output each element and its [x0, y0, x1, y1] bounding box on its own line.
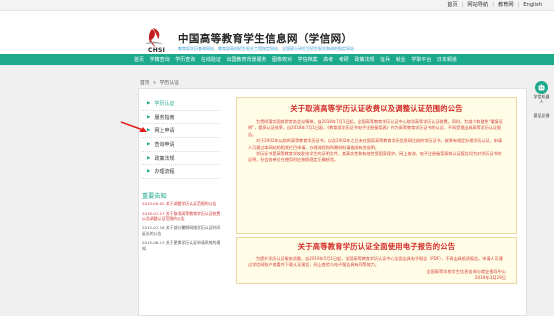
- breadcrumb-home[interactable]: 首页: [140, 81, 150, 86]
- notice-list: 2019-09-02 关于调整学历认证范围的公告 2018-07-27 关于取消…: [142, 201, 224, 255]
- announcement-paragraph: 为贯彻落实国务院常务会议精神，自2018年7月1日起，全国高等教育学历认证中心取…: [248, 119, 503, 137]
- top-link-sitemap[interactable]: 网站导航: [463, 1, 492, 9]
- side-item-label: 学历认证: [154, 100, 175, 107]
- side-item-query[interactable]: ▶ 查询申请: [142, 138, 220, 152]
- notice-item[interactable]: 2018-07-27 关于取消高等教育学历认证收费以及调整认证范围的公告: [142, 211, 224, 222]
- breadcrumb-sep: »: [153, 81, 157, 86]
- feedback-button[interactable]: 意见反馈: [533, 113, 550, 118]
- nav-item-home[interactable]: 首页: [134, 56, 144, 63]
- announcement-box-ereport: 关于高等教育学历认证全面使用电子报告的公告 为提升学历认证服务质量，自2019年…: [236, 237, 517, 284]
- nav-item-career[interactable]: 学职平台: [411, 56, 431, 63]
- announcement-paragraph: 为提升学历认证服务质量，自2019年5月1日起，全国高等教育学历认证中心全面出具…: [248, 256, 503, 268]
- breadcrumb-current[interactable]: 学历认证: [160, 81, 179, 86]
- side-item-guide[interactable]: ▶ 服务指南: [142, 111, 220, 125]
- logo-text: CHSI: [148, 47, 166, 54]
- nav-item-image[interactable]: 图像校对: [272, 56, 292, 63]
- arrow-right-icon: ▶: [147, 155, 151, 161]
- float-toolbar: 学信机器人 意见反馈: [533, 81, 550, 118]
- nav-item-verify[interactable]: 在线验证: [201, 56, 221, 63]
- arrow-right-icon: ▶: [147, 100, 151, 106]
- side-item-label: 网上申请: [154, 128, 175, 135]
- top-bar: 首页 | 网站导航 | 教育网 | English: [0, 0, 554, 11]
- side-item-cert[interactable]: ▶ 学历认证: [142, 97, 220, 111]
- nav-item-policy[interactable]: 政策法规: [354, 56, 374, 63]
- robot-label: 学信机器人: [533, 94, 550, 104]
- side-item-policy[interactable]: ▶ 政策法规: [142, 152, 220, 166]
- announcement-paragraph: 学历证书是高等教育学校发给学生的证明文件，其真实性和有效性受国家保护。网上查询、…: [248, 151, 502, 163]
- red-arrow-pointer-icon: [120, 121, 147, 132]
- nav-item-japan[interactable]: 日本频道: [437, 56, 457, 63]
- robot-icon: [535, 81, 548, 94]
- side-item-process[interactable]: ▶ 办理流程: [142, 165, 220, 180]
- notice-item[interactable]: 2015-08-13 关于更换学历认证申请系统的通知: [142, 240, 224, 251]
- side-item-label: 服务指南: [154, 114, 175, 121]
- side-item-label: 政策法规: [154, 155, 175, 162]
- announcement-paragraph: 对于2002年以前的高等教育学历证书，以及2002年之后未在国家高等教育学历信息…: [248, 138, 502, 150]
- nav-item-kaoyan[interactable]: 考研: [339, 56, 349, 63]
- arrow-right-icon: ▶: [147, 141, 151, 147]
- nav-item-gaokao[interactable]: 高考: [323, 56, 333, 63]
- site-header: CHSI 中国高等教育学生信息网（学信网） 教育部学历查询网站、教育部高校招生阳…: [0, 11, 554, 54]
- side-item-label: 查询申请: [154, 141, 175, 148]
- nav-item-degree[interactable]: 学历查询: [175, 56, 195, 63]
- nav-item-army[interactable]: 征兵: [380, 56, 390, 63]
- site-slogan: 教育部学历查询网站、教育部高校招生阳光工程指定网站、全国硕士研究生招生报名和调剂…: [178, 46, 354, 51]
- side-menu: ▶ 学历认证 ▶ 服务指南 ▶ 网上申请 ▶ 查询申请 ▶ 政策法规 ▶ 办理流程: [142, 97, 220, 180]
- arrow-right-icon: ▶: [147, 169, 151, 175]
- side-item-label: 办理流程: [154, 169, 175, 176]
- announcement-title: 关于高等教育学历认证全面使用电子报告的公告: [297, 242, 456, 251]
- announcement-signature-date: 2019年3月29日: [474, 275, 506, 281]
- robot-button[interactable]: 学信机器人: [533, 81, 550, 104]
- announcement-box-fee: 关于取消高等学历认证收费以及调整认证范围的公告 为贯彻落实国务院常务会议精神，自…: [236, 97, 517, 234]
- top-links: 首页 | 网站导航 | 教育网 | English: [443, 1, 546, 9]
- page: 首页 | 网站导航 | 教育网 | English CHSI 中国高等教育学生信息网（…: [0, 0, 554, 316]
- nav-item-abroad[interactable]: 出国教育背景服务: [226, 56, 266, 63]
- top-link-edu[interactable]: 教育网: [494, 1, 518, 9]
- top-link-home[interactable]: 首页: [443, 1, 461, 9]
- nav-item-status[interactable]: 学籍查询: [150, 56, 170, 63]
- announcement-title: 关于取消高等学历认证收费以及调整认证范围的公告: [290, 104, 463, 113]
- nav-item-archive[interactable]: 学信档案: [298, 56, 318, 63]
- site-title: 中国高等教育学生信息网（学信网）: [178, 33, 353, 45]
- arrow-right-icon: ▶: [147, 114, 151, 120]
- main-nav: 首页 学籍查询 学历查询 在线验证 出国教育背景服务 图像校对 学信档案 高考 …: [0, 54, 554, 65]
- notice-item[interactable]: 2019-09-02 关于调整学历认证范围的公告: [142, 201, 224, 206]
- notice-title: 重要告知: [142, 193, 167, 200]
- notice-item[interactable]: 2015-07-16 关于部分暑期网络学历认证时间延长的公告: [142, 225, 224, 236]
- top-link-english[interactable]: English: [519, 1, 546, 9]
- nav-item-job[interactable]: 就业: [396, 56, 406, 63]
- breadcrumb: 首页 » 学历认证: [140, 79, 181, 86]
- side-item-apply[interactable]: ▶ 网上申请: [142, 124, 220, 139]
